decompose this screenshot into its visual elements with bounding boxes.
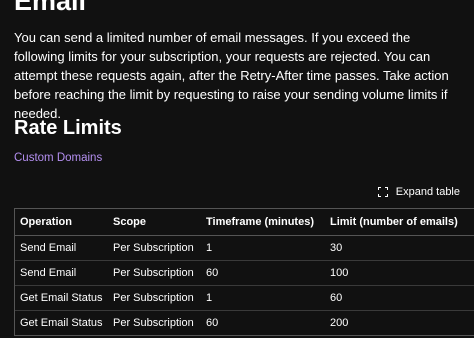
cell-scope: Per Subscription xyxy=(108,285,201,311)
header-scope: Scope xyxy=(108,209,201,236)
expand-table-button[interactable]: Expand table xyxy=(377,186,460,198)
header-limit: Limit (number of emails) xyxy=(325,209,474,236)
cell-operation: Send Email xyxy=(15,260,108,286)
header-timeframe: Timeframe (minutes) xyxy=(201,209,325,236)
cell-timeframe: 1 xyxy=(201,285,325,311)
cell-limit: 30 xyxy=(325,235,474,261)
expand-table-label: Expand table xyxy=(395,186,460,198)
section-title: Rate Limits xyxy=(14,117,122,139)
page-title: Email xyxy=(14,0,87,16)
table-row: Send Email Per Subscription 60 100 xyxy=(15,260,474,286)
custom-domains-link[interactable]: Custom Domains xyxy=(14,151,102,165)
cell-timeframe: 60 xyxy=(206,317,219,329)
expand-icon xyxy=(377,187,388,197)
intro-paragraph: You can send a limited number of email m… xyxy=(14,30,449,121)
table-row: Send Email Per Subscription 1 30 xyxy=(15,235,474,261)
cell-operation: Get Email Status xyxy=(20,317,103,329)
cell-limit: 200 xyxy=(330,317,349,329)
table-row: Get Email Status Per Subscription 60 200 xyxy=(15,311,474,336)
cell-scope: Per Subscription xyxy=(108,235,201,261)
cell-scope: Per Subscription xyxy=(113,317,194,329)
cell-limit: 100 xyxy=(325,260,474,286)
cell-operation: Get Email Status xyxy=(15,285,108,311)
cell-limit: 60 xyxy=(325,285,474,311)
cell-timeframe: 1 xyxy=(201,235,325,261)
table-header-row: Operation Scope Timeframe (minutes) Limi… xyxy=(15,209,474,236)
rate-limits-table: Operation Scope Timeframe (minutes) Limi… xyxy=(14,208,474,336)
cell-operation: Send Email xyxy=(15,235,108,261)
docs-page: Email You can send a limited number of e… xyxy=(0,0,474,338)
cell-scope: Per Subscription xyxy=(108,260,201,286)
table-row: Get Email Status Per Subscription 1 60 xyxy=(15,285,474,311)
cell-timeframe: 60 xyxy=(201,260,325,286)
header-operation: Operation xyxy=(15,209,108,236)
